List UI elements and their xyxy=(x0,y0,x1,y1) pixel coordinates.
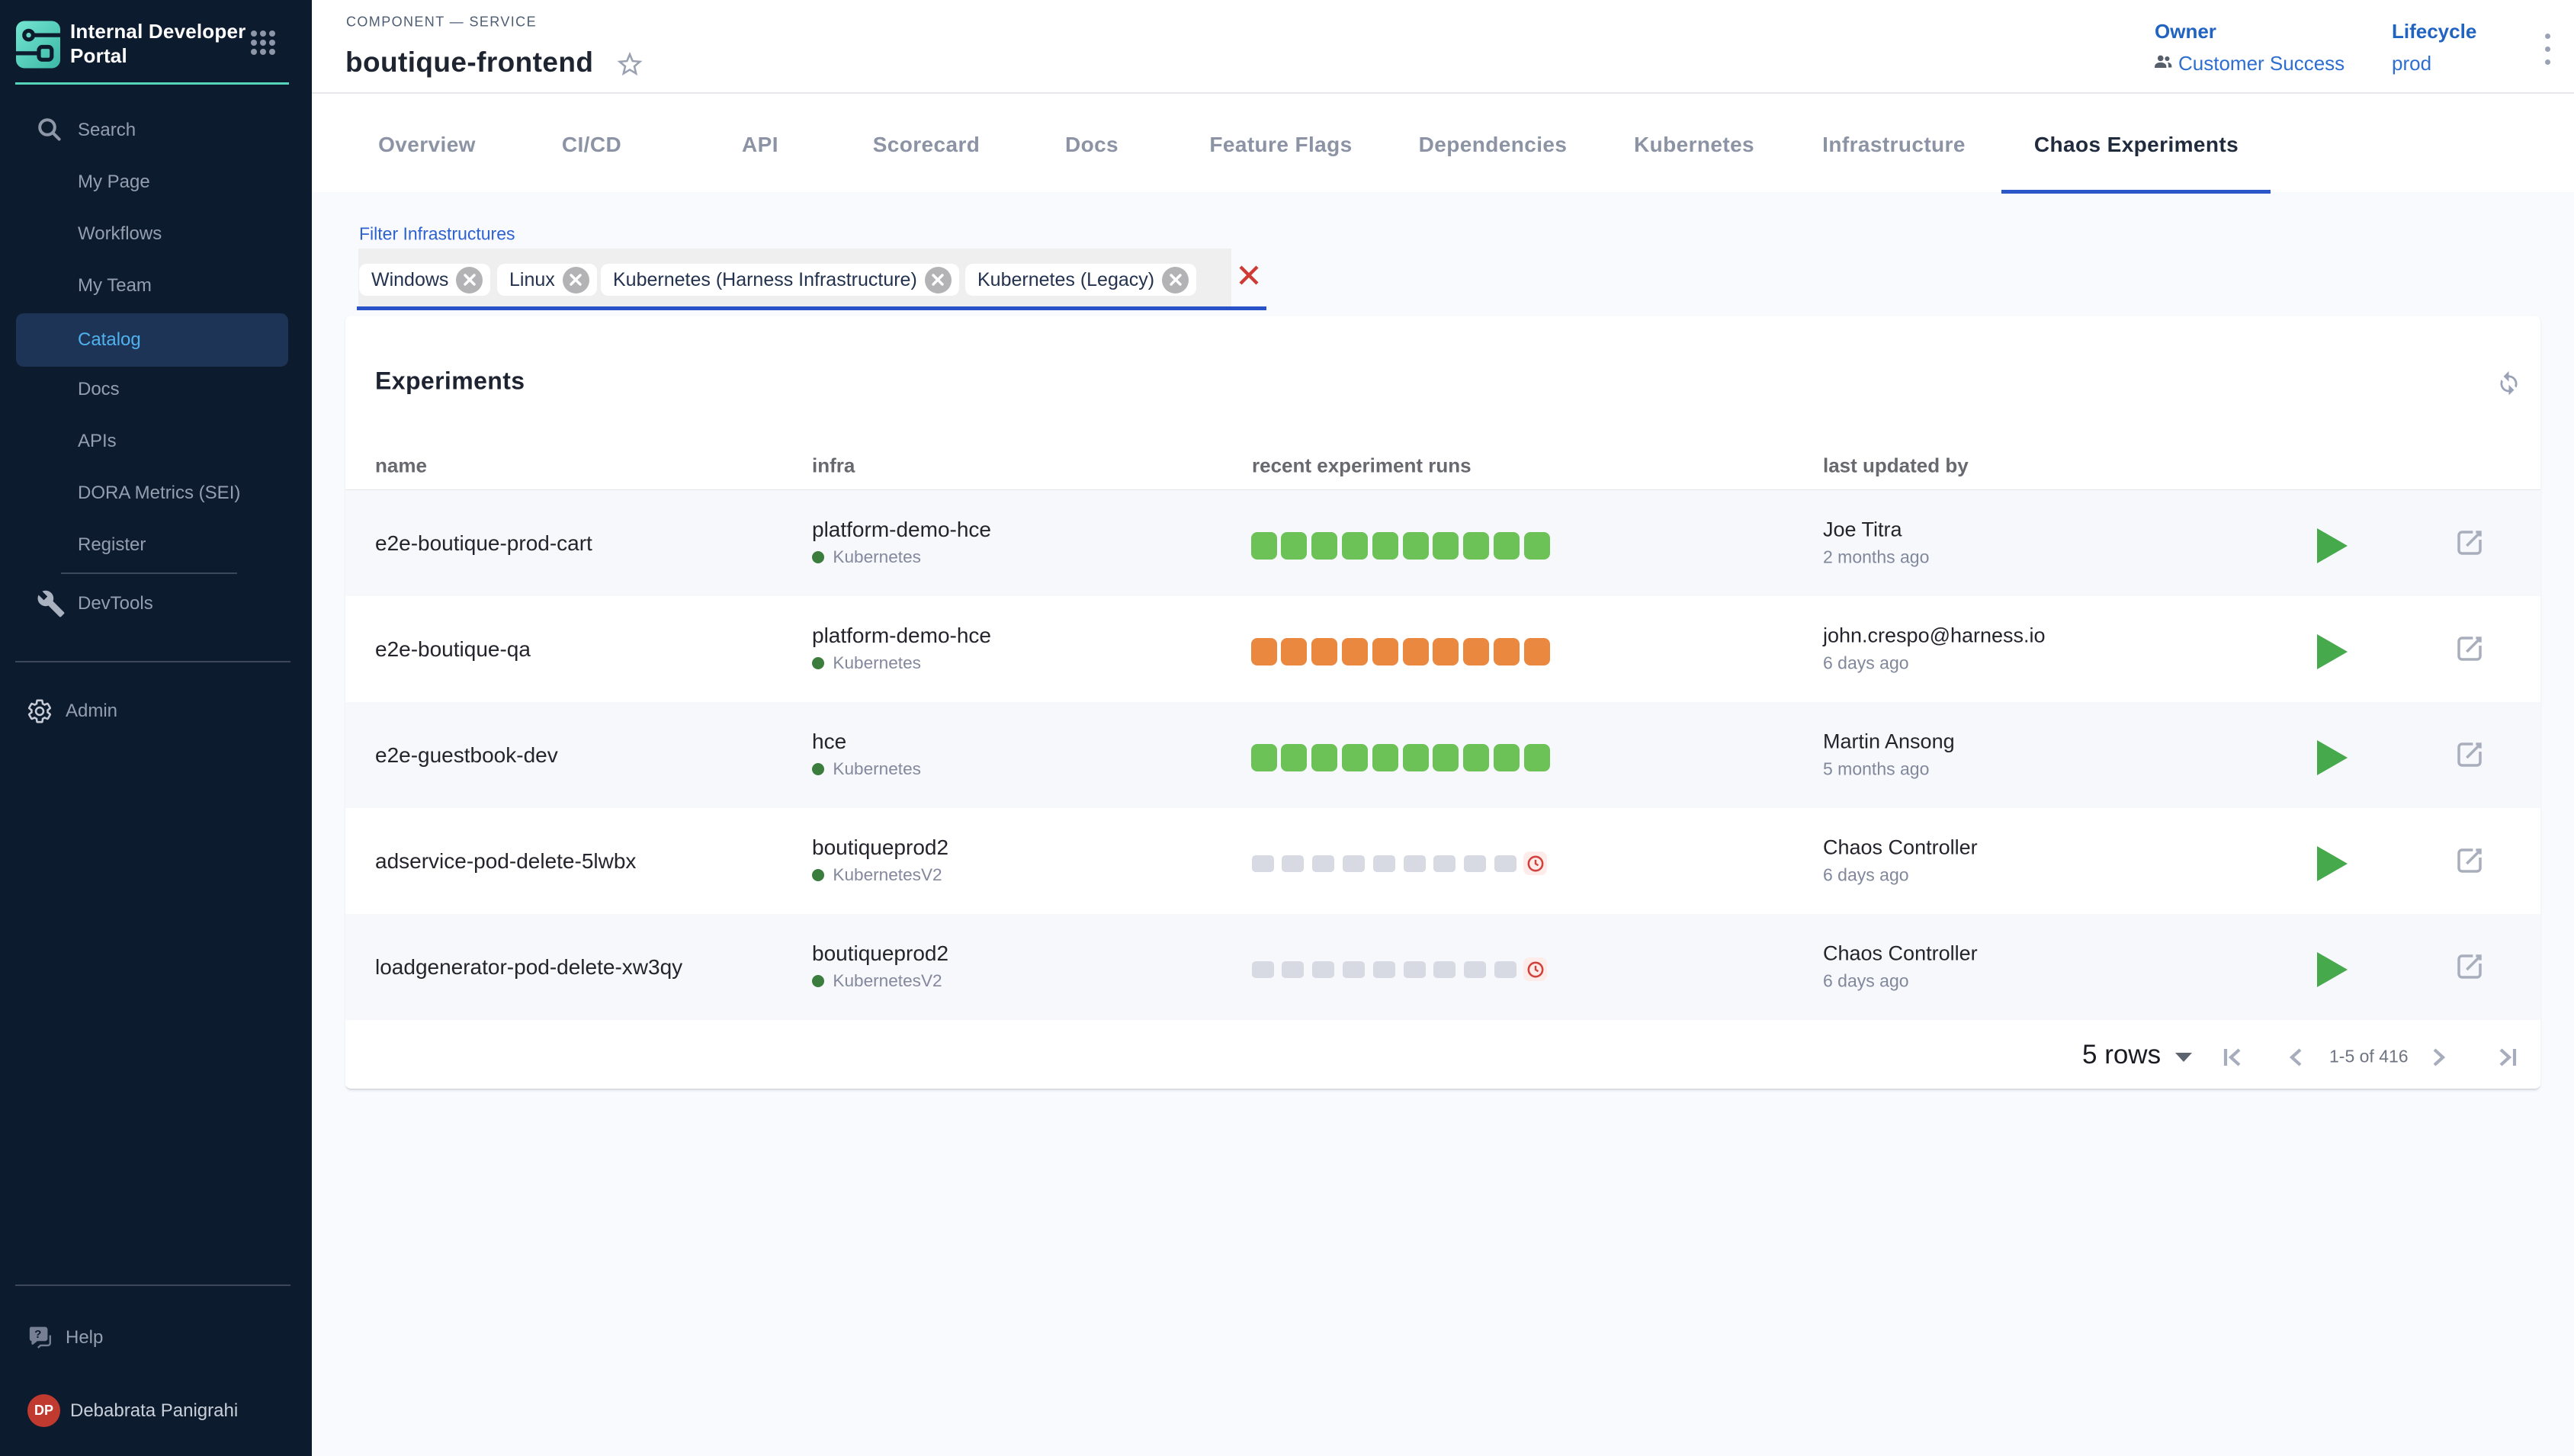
svg-text:?: ? xyxy=(34,1328,41,1341)
